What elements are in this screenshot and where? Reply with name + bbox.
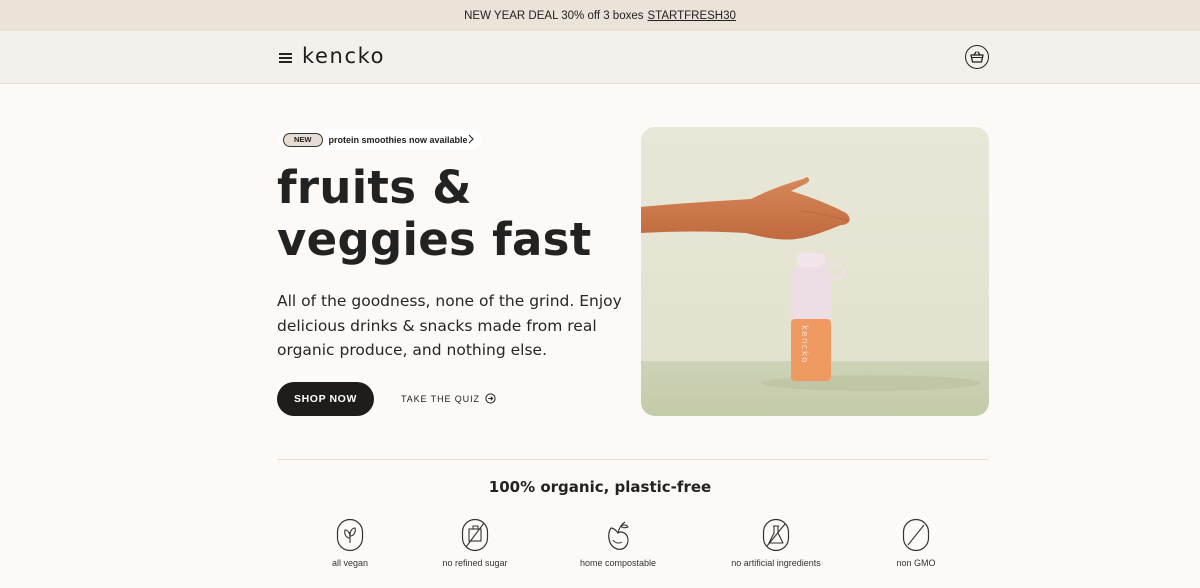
features-title: 100% organic, plastic-free [488, 478, 712, 496]
feature-non-gmo: non GMO [841, 518, 991, 568]
section-divider [277, 459, 989, 460]
arrow-circle-right-icon [485, 393, 496, 404]
leaf-icon [336, 518, 364, 552]
hamburger-menu-icon[interactable] [279, 53, 292, 63]
basket-icon [970, 51, 984, 63]
no-artificial-icon [762, 518, 790, 552]
feature-label: no refined sugar [442, 558, 508, 568]
promo-text: NEW YEAR DEAL 30% off 3 boxes [464, 9, 644, 22]
hero-title-line-2: veggies fast [277, 213, 592, 266]
feature-no-refined-sugar: no refined sugar [400, 518, 550, 568]
announcement-text: protein smoothies now available [328, 134, 468, 145]
bottle-label: kencko [799, 325, 809, 364]
hero-description: All of the goodness, none of the grind. … [277, 292, 622, 359]
site-header: kencko [0, 31, 1200, 84]
cart-button[interactable] [965, 45, 989, 69]
shop-now-button[interactable]: SHOP NOW [277, 382, 374, 416]
feature-label: home compostable [579, 558, 657, 568]
non-gmo-icon [902, 518, 930, 552]
chevron-right-icon [468, 134, 474, 144]
take-quiz-label: TAKE THE QUIZ [401, 393, 480, 404]
announcement-pill[interactable]: NEW protein smoothies now available [279, 129, 481, 150]
feature-no-artificial-ingredients: no artificial ingredients [701, 518, 851, 568]
promo-code-link[interactable]: STARTFRESH30 [648, 10, 736, 22]
logo[interactable]: kencko [302, 44, 385, 68]
new-badge: NEW [283, 132, 323, 147]
hero-title: fruits & veggies fast [277, 162, 607, 266]
feature-home-compostable: home compostable [543, 518, 693, 568]
compost-icon [608, 521, 629, 550]
hero-title-line-1: fruits & [277, 161, 472, 214]
promo-bar: NEW YEAR DEAL 30% off 3 boxes STARTFRESH… [0, 0, 1200, 31]
feature-label: no artificial ingredients [731, 558, 821, 568]
no-sugar-icon [461, 518, 489, 552]
hero-image: kencko [641, 127, 989, 416]
feature-label: non GMO [896, 558, 936, 568]
take-quiz-link[interactable]: TAKE THE QUIZ [401, 393, 496, 404]
